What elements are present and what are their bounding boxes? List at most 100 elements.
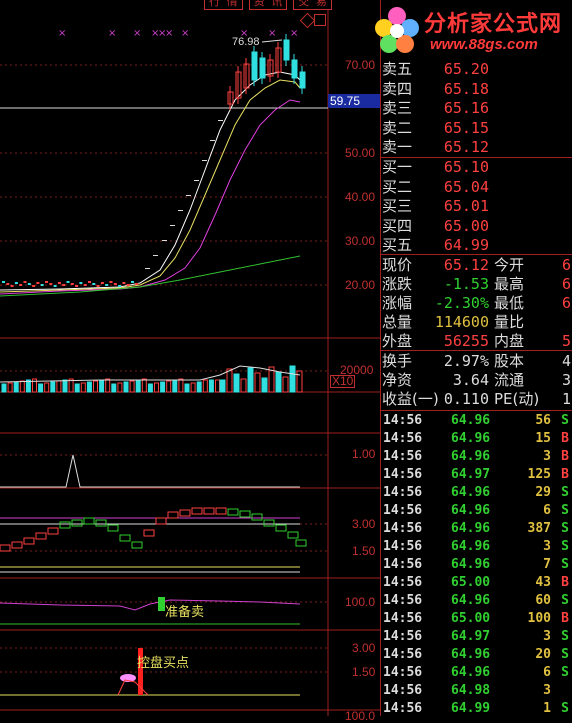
bid-label: 买一 <box>382 158 413 176</box>
ask-row: 卖四 65.18 <box>381 80 572 99</box>
price-axis-40: 40.00 <box>345 190 376 204</box>
kline-chart-svg[interactable]: 59.75 × × × ××× × × × × 76.98 准备卖 控盘买点 <box>0 0 380 716</box>
indicator2-step <box>203 507 215 515</box>
tick-volume: 6 <box>543 665 551 680</box>
candle <box>83 284 87 286</box>
stat-row: 外盘 56255 内盘 58 <box>381 332 572 351</box>
tick-volume: 1 <box>543 701 551 716</box>
bid-price: 64.99 <box>443 236 489 254</box>
tick-direction: S <box>561 629 569 644</box>
candle <box>2 281 5 283</box>
tick-time: 14:56 <box>383 665 423 680</box>
tick-price: 64.97 <box>451 629 491 644</box>
tick-price: 64.96 <box>451 413 491 428</box>
candle <box>27 283 31 285</box>
volume-bar <box>147 383 153 393</box>
volume-bar <box>80 382 86 393</box>
tab-trade[interactable]: 交 易 <box>293 0 332 10</box>
fundamental-value: 0.110 <box>443 390 489 408</box>
volume-bar <box>13 381 19 393</box>
high-price-label: 76.98 <box>232 36 260 48</box>
stat-value: 56255 <box>443 332 489 350</box>
stat-row: 现价 65.12 今开 6 <box>381 256 572 275</box>
fundamental-value: 2.97% <box>443 352 489 370</box>
svg-text:×: × <box>133 28 141 39</box>
indicator4-axis-3: 3.00 <box>352 641 376 655</box>
ask-price: 65.16 <box>443 99 489 117</box>
tick-row: 14:56 64.98 3 <box>381 682 572 700</box>
tab-quotes[interactable]: 行 情 <box>204 0 243 10</box>
fundamental-value-2: 3. <box>562 371 572 389</box>
volume-bar <box>50 381 56 393</box>
tick-price: 64.96 <box>451 521 491 536</box>
volume-bar <box>282 376 289 393</box>
book-stats-separator <box>381 254 572 255</box>
indicator2-step <box>167 511 179 519</box>
indicator2-step <box>155 517 167 525</box>
indicator2-step <box>59 521 71 529</box>
ma5-line <box>0 71 301 291</box>
candle <box>283 39 290 61</box>
volume-bar <box>38 383 44 393</box>
fundamental-label: 净资 <box>382 371 413 389</box>
fundamental-row: 净资 3.64 流通 3. <box>381 371 572 390</box>
tick-row: 14:56 64.99 1 S <box>381 700 572 718</box>
buy-signal-arrow <box>117 679 149 696</box>
tick-price: 64.97 <box>451 467 491 482</box>
ask-label: 卖一 <box>382 138 413 156</box>
tick-volume: 60 <box>535 593 551 608</box>
indicator2-step <box>191 507 203 515</box>
candle <box>10 285 14 287</box>
flower-logo-icon <box>375 7 419 53</box>
tick-direction: B <box>561 467 569 482</box>
window-toggle-icon[interactable] <box>314 14 326 26</box>
candle <box>186 195 191 196</box>
candle <box>178 210 183 211</box>
tick-direction: S <box>561 647 569 662</box>
volume-bar <box>219 379 226 393</box>
volume-bar <box>178 378 184 393</box>
tick-price: 64.96 <box>451 665 491 680</box>
candle <box>32 285 36 287</box>
svg-text:×: × <box>290 28 298 39</box>
tick-row: 14:56 65.00 100 B <box>381 610 572 628</box>
candle <box>259 57 266 79</box>
volume-bar <box>184 383 190 393</box>
tick-direction: S <box>561 557 569 572</box>
tick-price: 64.96 <box>451 557 491 572</box>
stat-label: 外盘 <box>382 332 413 350</box>
kline-chart-area[interactable]: 59.75 × × × × × × × × × × 76.98 准备卖 控盘买点… <box>0 0 380 723</box>
volume-bar <box>160 381 166 393</box>
volume-bar <box>117 382 123 393</box>
indicator2-step <box>0 544 11 552</box>
tick-volume: 3 <box>543 683 551 698</box>
fundamental-row: 换手 2.97% 股本 4. <box>381 352 572 371</box>
logo-url[interactable]: www.88gs.com <box>430 36 538 53</box>
price-axis-50: 50.00 <box>345 146 376 160</box>
bid-label: 买四 <box>382 216 413 235</box>
indicator2-step <box>179 509 191 517</box>
tick-volume: 3 <box>543 629 551 644</box>
stat-value-2: 58 <box>562 332 572 350</box>
tick-direction: S <box>561 485 569 500</box>
indicator2-step <box>275 524 287 532</box>
tab-news[interactable]: 资 讯 <box>248 0 288 10</box>
indicator3-axis: 100.0 <box>345 595 376 609</box>
indicator2-axis-3: 3.00 <box>352 517 376 531</box>
candle <box>118 285 122 287</box>
candle <box>66 281 70 283</box>
volume-unit: X10 <box>330 374 356 388</box>
volume-bar-group <box>1 365 303 393</box>
tick-time: 14:56 <box>383 503 423 518</box>
fundamental-label-2: 股本 <box>494 352 525 370</box>
tick-price: 65.00 <box>451 575 491 590</box>
candle <box>105 284 109 286</box>
candle <box>88 281 91 283</box>
bid-label: 买三 <box>382 197 413 215</box>
volume-bar <box>261 377 268 393</box>
indicator2-step <box>263 519 275 527</box>
candle <box>57 282 61 284</box>
fundamental-label-2: 流通 <box>494 371 525 389</box>
current-price-tag: 59.75 <box>330 94 360 108</box>
tick-direction: S <box>561 539 569 554</box>
